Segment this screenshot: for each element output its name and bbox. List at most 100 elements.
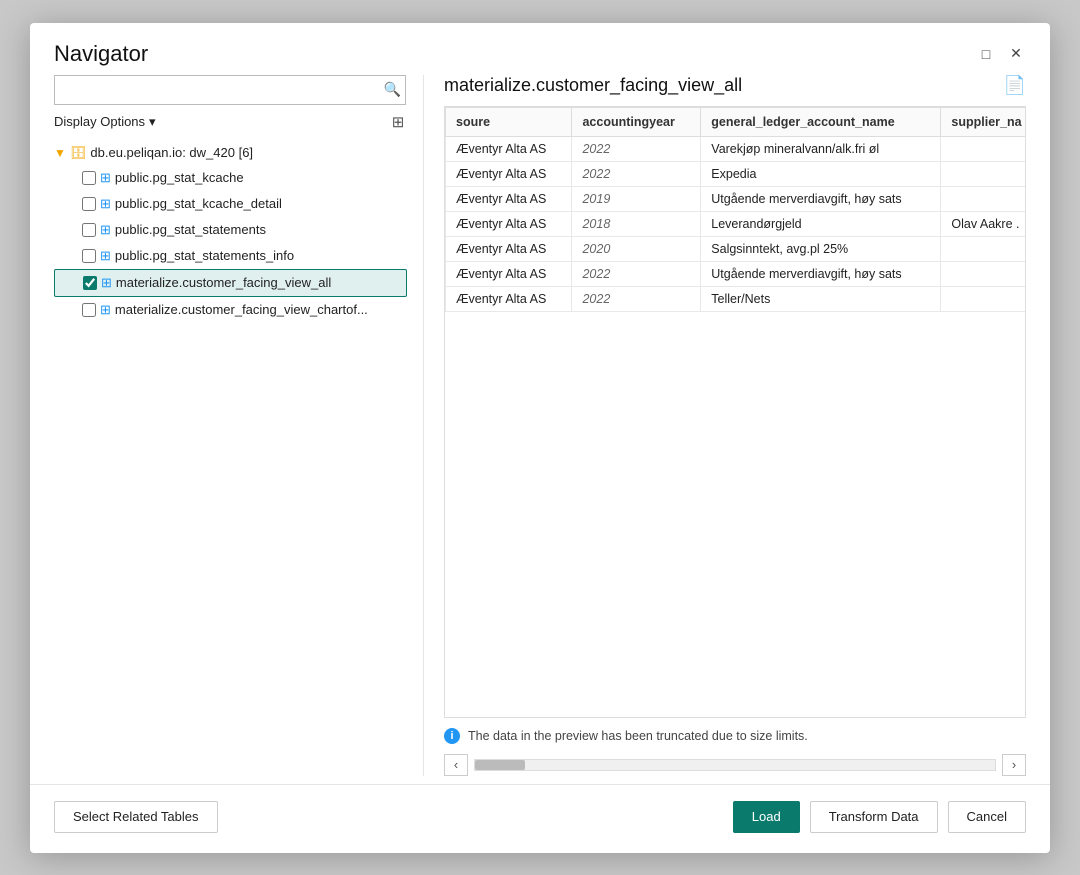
preview-file-icon: 📄 bbox=[1004, 75, 1026, 96]
checkbox-2[interactable] bbox=[82, 223, 96, 237]
cell-5-soure: Æventyr Alta AS bbox=[446, 261, 572, 286]
checkbox-3[interactable] bbox=[82, 249, 96, 263]
table-row: Æventyr Alta AS2022Utgående merverdiavgi… bbox=[446, 261, 1027, 286]
tree-item-label-5: materialize.customer_facing_view_chartof… bbox=[115, 302, 368, 317]
view-icon: ⊞ bbox=[389, 113, 407, 131]
checkbox-5[interactable] bbox=[82, 303, 96, 317]
cell-0-supplier_na bbox=[941, 136, 1026, 161]
db-icon: 🗄 bbox=[70, 145, 87, 161]
col-header-soure: soure bbox=[446, 107, 572, 136]
data-table: soure accountingyear general_ledger_acco… bbox=[445, 107, 1026, 312]
scroll-right-button[interactable]: › bbox=[1002, 754, 1026, 776]
tree-item-2[interactable]: ⊞ public.pg_stat_statements bbox=[54, 217, 407, 243]
cell-6-general_ledger_account_name: Teller/Nets bbox=[701, 286, 941, 311]
collapse-icon: ▼ bbox=[54, 146, 66, 160]
load-button[interactable]: Load bbox=[733, 801, 800, 833]
tree-root[interactable]: ▼ 🗄 db.eu.peliqan.io: dw_420 [6] bbox=[54, 141, 407, 165]
checkbox-0[interactable] bbox=[82, 171, 96, 185]
info-icon: i bbox=[444, 728, 460, 744]
preview-title: materialize.customer_facing_view_all bbox=[444, 75, 742, 96]
cell-3-supplier_na: Olav Aakre . bbox=[941, 211, 1026, 236]
cell-0-general_ledger_account_name: Varekjøp mineralvann/alk.fri øl bbox=[701, 136, 941, 161]
display-options-row: Display Options ▾ ⊞ bbox=[54, 113, 407, 131]
tree-view: ▼ 🗄 db.eu.peliqan.io: dw_420 [6] ⊞ publi… bbox=[54, 141, 407, 776]
cell-4-accountingyear: 2020 bbox=[572, 236, 701, 261]
cell-4-general_ledger_account_name: Salgsinntekt, avg.pl 25% bbox=[701, 236, 941, 261]
transform-data-button[interactable]: Transform Data bbox=[810, 801, 938, 833]
cell-0-accountingyear: 2022 bbox=[572, 136, 701, 161]
tree-item-4[interactable]: ⊞ materialize.customer_facing_view_all bbox=[54, 269, 407, 297]
tree-item-label-3: public.pg_stat_statements_info bbox=[115, 248, 294, 263]
search-input[interactable] bbox=[54, 75, 406, 105]
tree-item-label-0: public.pg_stat_kcache bbox=[115, 170, 244, 185]
scroll-track[interactable] bbox=[474, 759, 996, 771]
table-row: Æventyr Alta AS2020Salgsinntekt, avg.pl … bbox=[446, 236, 1027, 261]
tree-item-label-1: public.pg_stat_kcache_detail bbox=[115, 196, 282, 211]
table-row: Æventyr Alta AS2018LeverandørgjeldOlav A… bbox=[446, 211, 1027, 236]
tree-item-1[interactable]: ⊞ public.pg_stat_kcache_detail bbox=[54, 191, 407, 217]
col-header-supplier: supplier_na bbox=[941, 107, 1026, 136]
table-icon-3: ⊞ bbox=[100, 248, 111, 264]
cell-1-supplier_na bbox=[941, 161, 1026, 186]
tree-item-0[interactable]: ⊞ public.pg_stat_kcache bbox=[54, 165, 407, 191]
cell-3-general_ledger_account_name: Leverandørgjeld bbox=[701, 211, 941, 236]
tree-item-label-4: materialize.customer_facing_view_all bbox=[116, 275, 331, 290]
cell-4-soure: Æventyr Alta AS bbox=[446, 236, 572, 261]
table-row: Æventyr Alta AS2022Expedia bbox=[446, 161, 1027, 186]
cell-6-supplier_na bbox=[941, 286, 1026, 311]
close-button[interactable]: ✕ bbox=[1006, 44, 1026, 64]
preview-header: materialize.customer_facing_view_all 📄 bbox=[444, 75, 1026, 106]
cell-4-supplier_na bbox=[941, 236, 1026, 261]
table-row: Æventyr Alta AS2022Teller/Nets bbox=[446, 286, 1027, 311]
table-header-row: soure accountingyear general_ledger_acco… bbox=[446, 107, 1027, 136]
data-table-wrapper[interactable]: soure accountingyear general_ledger_acco… bbox=[444, 106, 1026, 718]
cell-2-supplier_na bbox=[941, 186, 1026, 211]
cell-6-soure: Æventyr Alta AS bbox=[446, 286, 572, 311]
dialog-footer: Select Related Tables Load Transform Dat… bbox=[30, 784, 1050, 853]
cancel-button[interactable]: Cancel bbox=[948, 801, 1026, 833]
cell-3-soure: Æventyr Alta AS bbox=[446, 211, 572, 236]
window-controls: □ ✕ bbox=[976, 44, 1026, 64]
cell-2-general_ledger_account_name: Utgående merverdiavgift, høy sats bbox=[701, 186, 941, 211]
cell-5-general_ledger_account_name: Utgående merverdiavgift, høy sats bbox=[701, 261, 941, 286]
display-options-label: Display Options bbox=[54, 114, 145, 129]
cell-1-general_ledger_account_name: Expedia bbox=[701, 161, 941, 186]
title-bar: Navigator □ ✕ bbox=[30, 23, 1050, 75]
horizontal-scrollbar: ‹ › bbox=[444, 754, 1026, 776]
table-icon-0: ⊞ bbox=[100, 170, 111, 186]
cell-1-accountingyear: 2022 bbox=[572, 161, 701, 186]
cell-2-soure: Æventyr Alta AS bbox=[446, 186, 572, 211]
checkbox-1[interactable] bbox=[82, 197, 96, 211]
scroll-left-button[interactable]: ‹ bbox=[444, 754, 468, 776]
truncated-message: i The data in the preview has been trunc… bbox=[444, 728, 1026, 744]
search-button[interactable]: 🔍 bbox=[378, 81, 407, 98]
search-row: 🔍 bbox=[54, 75, 407, 105]
dialog-title: Navigator bbox=[54, 41, 148, 67]
tree-root-label: db.eu.peliqan.io: dw_420 [6] bbox=[90, 145, 253, 160]
chevron-down-icon: ▾ bbox=[149, 114, 156, 130]
navigator-dialog: Navigator □ ✕ 🔍 Display Options ▾ ⊞ bbox=[30, 23, 1050, 853]
checkbox-4[interactable] bbox=[83, 276, 97, 290]
dialog-body: 🔍 Display Options ▾ ⊞ ▼ 🗄 db.eu.peliqan.… bbox=[30, 75, 1050, 776]
tree-item-3[interactable]: ⊞ public.pg_stat_statements_info bbox=[54, 243, 407, 269]
table-icon-2: ⊞ bbox=[100, 222, 111, 238]
table-row: Æventyr Alta AS2019Utgående merverdiavgi… bbox=[446, 186, 1027, 211]
select-related-tables-button[interactable]: Select Related Tables bbox=[54, 801, 218, 833]
col-header-accountingyear: accountingyear bbox=[572, 107, 701, 136]
maximize-button[interactable]: □ bbox=[976, 44, 996, 64]
tree-item-label-2: public.pg_stat_statements bbox=[115, 222, 266, 237]
cell-5-supplier_na bbox=[941, 261, 1026, 286]
right-panel: materialize.customer_facing_view_all 📄 s… bbox=[424, 75, 1026, 776]
scroll-thumb[interactable] bbox=[475, 760, 525, 770]
footer-right: Load Transform Data Cancel bbox=[733, 801, 1026, 833]
footer-left: Select Related Tables bbox=[54, 801, 218, 833]
cell-6-accountingyear: 2022 bbox=[572, 286, 701, 311]
tree-item-5[interactable]: ⊞ materialize.customer_facing_view_chart… bbox=[54, 297, 407, 323]
table-icon-5: ⊞ bbox=[100, 302, 111, 318]
cell-2-accountingyear: 2019 bbox=[572, 186, 701, 211]
cell-0-soure: Æventyr Alta AS bbox=[446, 136, 572, 161]
display-options-button[interactable]: Display Options ▾ bbox=[54, 114, 156, 130]
search-icon: 🔍 bbox=[384, 81, 401, 97]
table-icon-1: ⊞ bbox=[100, 196, 111, 212]
truncated-text: The data in the preview has been truncat… bbox=[468, 729, 808, 743]
